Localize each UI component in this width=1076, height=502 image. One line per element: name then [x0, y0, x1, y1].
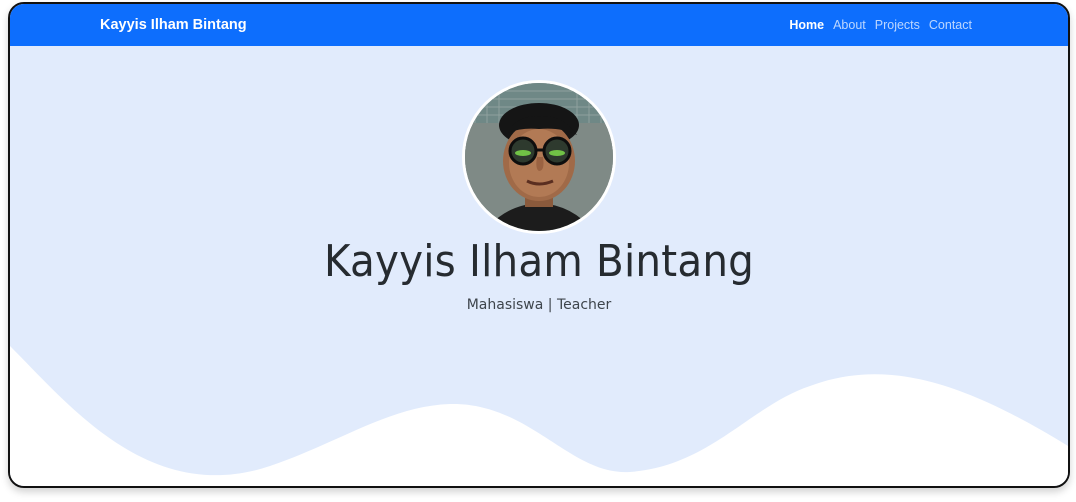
navbar-brand[interactable]: Kayyis Ilham Bintang: [100, 4, 247, 46]
nav-links: Home About Projects Contact: [780, 4, 972, 46]
nav-link-contact[interactable]: Contact: [929, 18, 972, 32]
navbar: Kayyis Ilham Bintang Home About Projects…: [10, 4, 1068, 46]
profile-avatar: [462, 80, 616, 234]
hero-name: Kayyis Ilham Bintang: [323, 236, 755, 287]
profile-photo: [465, 83, 613, 231]
nav-link-projects[interactable]: Projects: [875, 18, 920, 32]
hero-wave-divider: [10, 346, 1068, 486]
nav-link-home[interactable]: Home: [789, 18, 824, 32]
nav-link-about[interactable]: About: [833, 18, 866, 32]
hero-subtitle: Mahasiswa | Teacher: [466, 297, 612, 313]
browser-viewport: Kayyis Ilham Bintang Home About Projects…: [8, 2, 1070, 488]
hero-section: Kayyis Ilham Bintang Mahasiswa | Teacher: [10, 46, 1068, 486]
